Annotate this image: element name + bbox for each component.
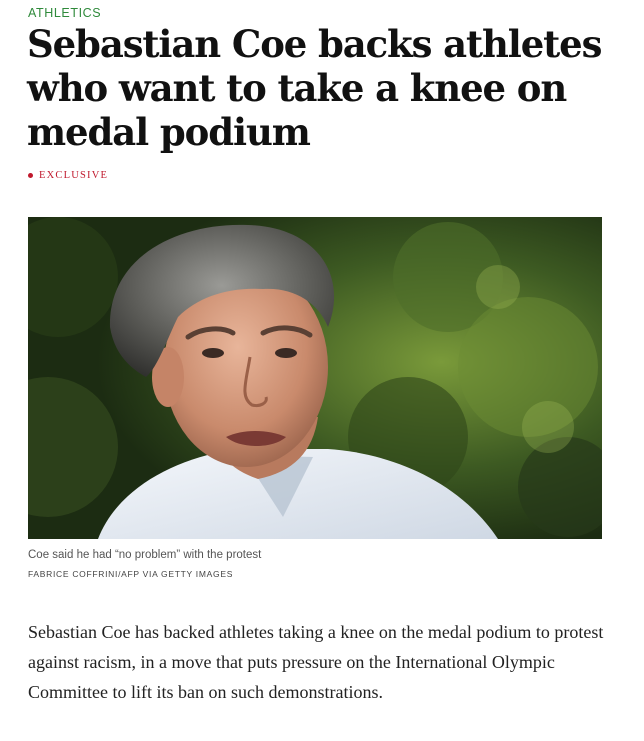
article-body: Sebastian Coe has backed athletes taking… — [28, 622, 604, 702]
section-link[interactable]: Athletics — [28, 6, 101, 20]
headline: Sebastian Coe backs athletes who want to… — [27, 22, 602, 154]
exclusive-dot-icon — [28, 173, 33, 178]
exclusive-tag: Exclusive — [28, 170, 108, 181]
article-photo — [28, 217, 602, 539]
image-credit: Fabrice Coffrini/AFP via Getty Images — [28, 569, 234, 579]
image-caption: Coe said he had “no problem” with the pr… — [28, 549, 262, 561]
exclusive-label: Exclusive — [39, 170, 109, 181]
